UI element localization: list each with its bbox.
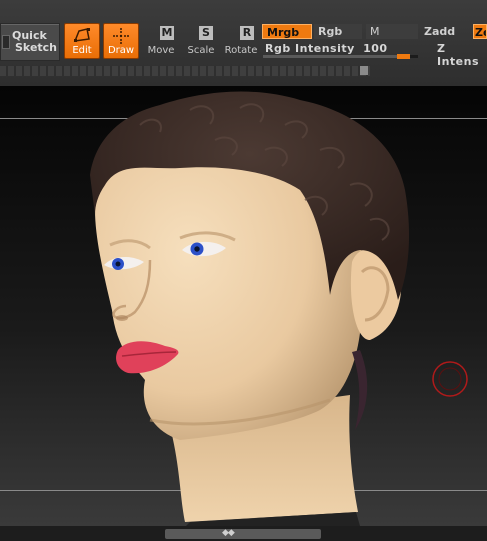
move-key-icon: M [160, 26, 174, 40]
draw-label: Draw [107, 45, 135, 56]
zsub-toggle[interactable]: Ze [473, 24, 487, 39]
rgb-intensity-slider[interactable] [263, 54, 418, 59]
mrgb-toggle[interactable]: Mrgb [262, 24, 312, 39]
top-toolbar: Quick Sketch Edit Draw M Move S Scale R … [0, 0, 487, 86]
m-toggle[interactable]: M [366, 24, 418, 39]
hair-back [352, 350, 368, 430]
brush-cursor-ring [432, 361, 468, 397]
bottom-toggle-icon[interactable]: ◆◆ [222, 528, 235, 538]
scale-key-icon: S [199, 26, 213, 40]
brush-cursor-inner [438, 367, 462, 391]
sculpted-head-model [90, 91, 468, 526]
rotate-button[interactable]: R Rotate [224, 23, 258, 57]
edit-icon [73, 28, 90, 42]
zadd-toggle[interactable]: Zadd [420, 24, 470, 39]
scale-label: Scale [187, 45, 215, 56]
rgb-intensity-value: 100 [363, 42, 388, 55]
rgb-intensity-text: Rgb Intensity [265, 42, 355, 55]
rgb-toggle[interactable]: Rgb [314, 24, 362, 39]
draw-button[interactable]: Draw [103, 23, 139, 59]
rgb-intensity-fill [263, 55, 397, 58]
move-label: Move [147, 45, 175, 56]
z-intensity-label[interactable]: Z Intens [437, 42, 487, 68]
move-button[interactable]: M Move [144, 23, 178, 57]
edit-label: Edit [72, 45, 92, 56]
rotate-label: Rotate [224, 45, 258, 56]
bottom-shelf-handle[interactable] [165, 529, 321, 539]
progress-strip [0, 66, 370, 76]
scale-button[interactable]: S Scale [184, 23, 218, 57]
progress-knob[interactable] [360, 66, 368, 75]
edit-button[interactable]: Edit [64, 23, 100, 59]
nostril [116, 315, 128, 321]
quick-sketch-icon [2, 35, 10, 49]
rgb-intensity-thumb[interactable] [397, 54, 410, 59]
quick-sketch-button[interactable]: Quick Sketch [0, 23, 60, 61]
quick-sketch-label-2: Sketch [15, 41, 58, 54]
rgb-intensity-label: Rgb Intensity 100 [265, 42, 388, 55]
rotate-key-icon: R [240, 26, 254, 40]
canvas-viewport[interactable] [0, 86, 487, 526]
draw-icon [113, 28, 129, 44]
